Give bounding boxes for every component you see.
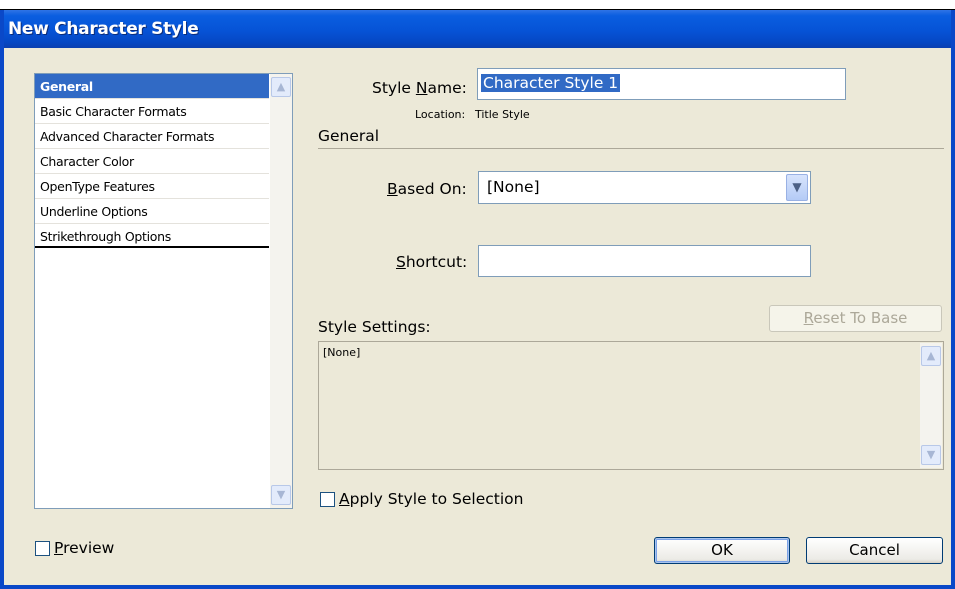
shortcut-label: Shortcut: [396,253,467,271]
preview-label[interactable]: Preview [54,539,114,557]
shortcut-label-accel: S [396,253,406,271]
category-item-character-color[interactable]: Character Color [35,149,269,174]
style-name-value: Character Style 1 [481,74,621,92]
style-settings-text: [None] [323,346,361,359]
style-settings-box: [None] ▲ ▼ [318,341,944,470]
based-on-label-accel: B [387,180,398,198]
bottom-frame [0,585,955,589]
preview-label-accel: P [54,539,64,557]
category-item-basic-character-formats[interactable]: Basic Character Formats [35,99,269,124]
shortcut-label-rest: hortcut: [405,253,468,271]
category-list-scrollbar[interactable]: ▲ ▼ [270,74,292,508]
based-on-dropdown[interactable]: [None] ▼ [478,171,811,204]
shortcut-field[interactable] [478,245,811,277]
dialog-title: New Character Style [8,19,199,39]
category-item-advanced-character-formats[interactable]: Advanced Character Formats [35,124,269,149]
scroll-down-arrow-icon[interactable]: ▼ [271,485,291,505]
cancel-button[interactable]: Cancel [806,537,943,564]
style-name-field[interactable]: Character Style 1 [477,68,846,100]
scroll-up-arrow-icon[interactable]: ▲ [271,77,291,97]
scroll-up-arrow-icon[interactable]: ▲ [921,346,941,366]
style-name-label-accel: N [415,79,428,97]
based-on-value: [None] [487,178,540,196]
based-on-label: Based On: [387,180,467,198]
reset-label-rest: eset To Base [813,309,908,327]
style-name-label-rest: ame: [427,79,467,97]
reset-to-base-button[interactable]: Reset To Base [769,305,942,332]
based-on-label-rest: ased On: [397,180,467,198]
scroll-down-arrow-icon[interactable]: ▼ [921,445,941,465]
preview-checkbox[interactable] [35,541,50,556]
section-divider [318,148,944,149]
right-frame [951,10,955,589]
apply-style-label[interactable]: Apply Style to Selection [339,490,523,508]
preview-label-rest: review [63,539,115,557]
location-value: Title Style [475,108,530,121]
category-list[interactable]: General Basic Character Formats Advanced… [34,73,293,509]
style-name-label: Style Name: [372,79,467,97]
style-name-label-part: Style [372,79,416,97]
category-item-underline-options[interactable]: Underline Options [35,199,269,224]
category-items: General Basic Character Formats Advanced… [35,74,269,248]
section-title: General [318,127,380,145]
apply-style-checkbox[interactable] [320,492,335,507]
category-item-opentype-features[interactable]: OpenType Features [35,174,269,199]
chevron-down-icon[interactable]: ▼ [786,174,808,201]
category-item-strikethrough-options[interactable]: Strikethrough Options [35,224,269,249]
category-item-general[interactable]: General [35,74,269,99]
style-settings-label: Style Settings: [318,318,431,336]
reset-label-accel: R [803,309,814,327]
left-frame [0,10,4,589]
ok-button[interactable]: OK [654,537,790,564]
apply-label-accel: A [339,490,350,508]
location-label: Location: [415,108,466,121]
apply-label-rest: pply Style to Selection [349,490,524,508]
title-bar[interactable]: New Character Style [0,10,955,48]
style-settings-scrollbar[interactable]: ▲ ▼ [920,343,942,468]
dialog-window: New Character Style General Basic Charac… [0,0,955,589]
